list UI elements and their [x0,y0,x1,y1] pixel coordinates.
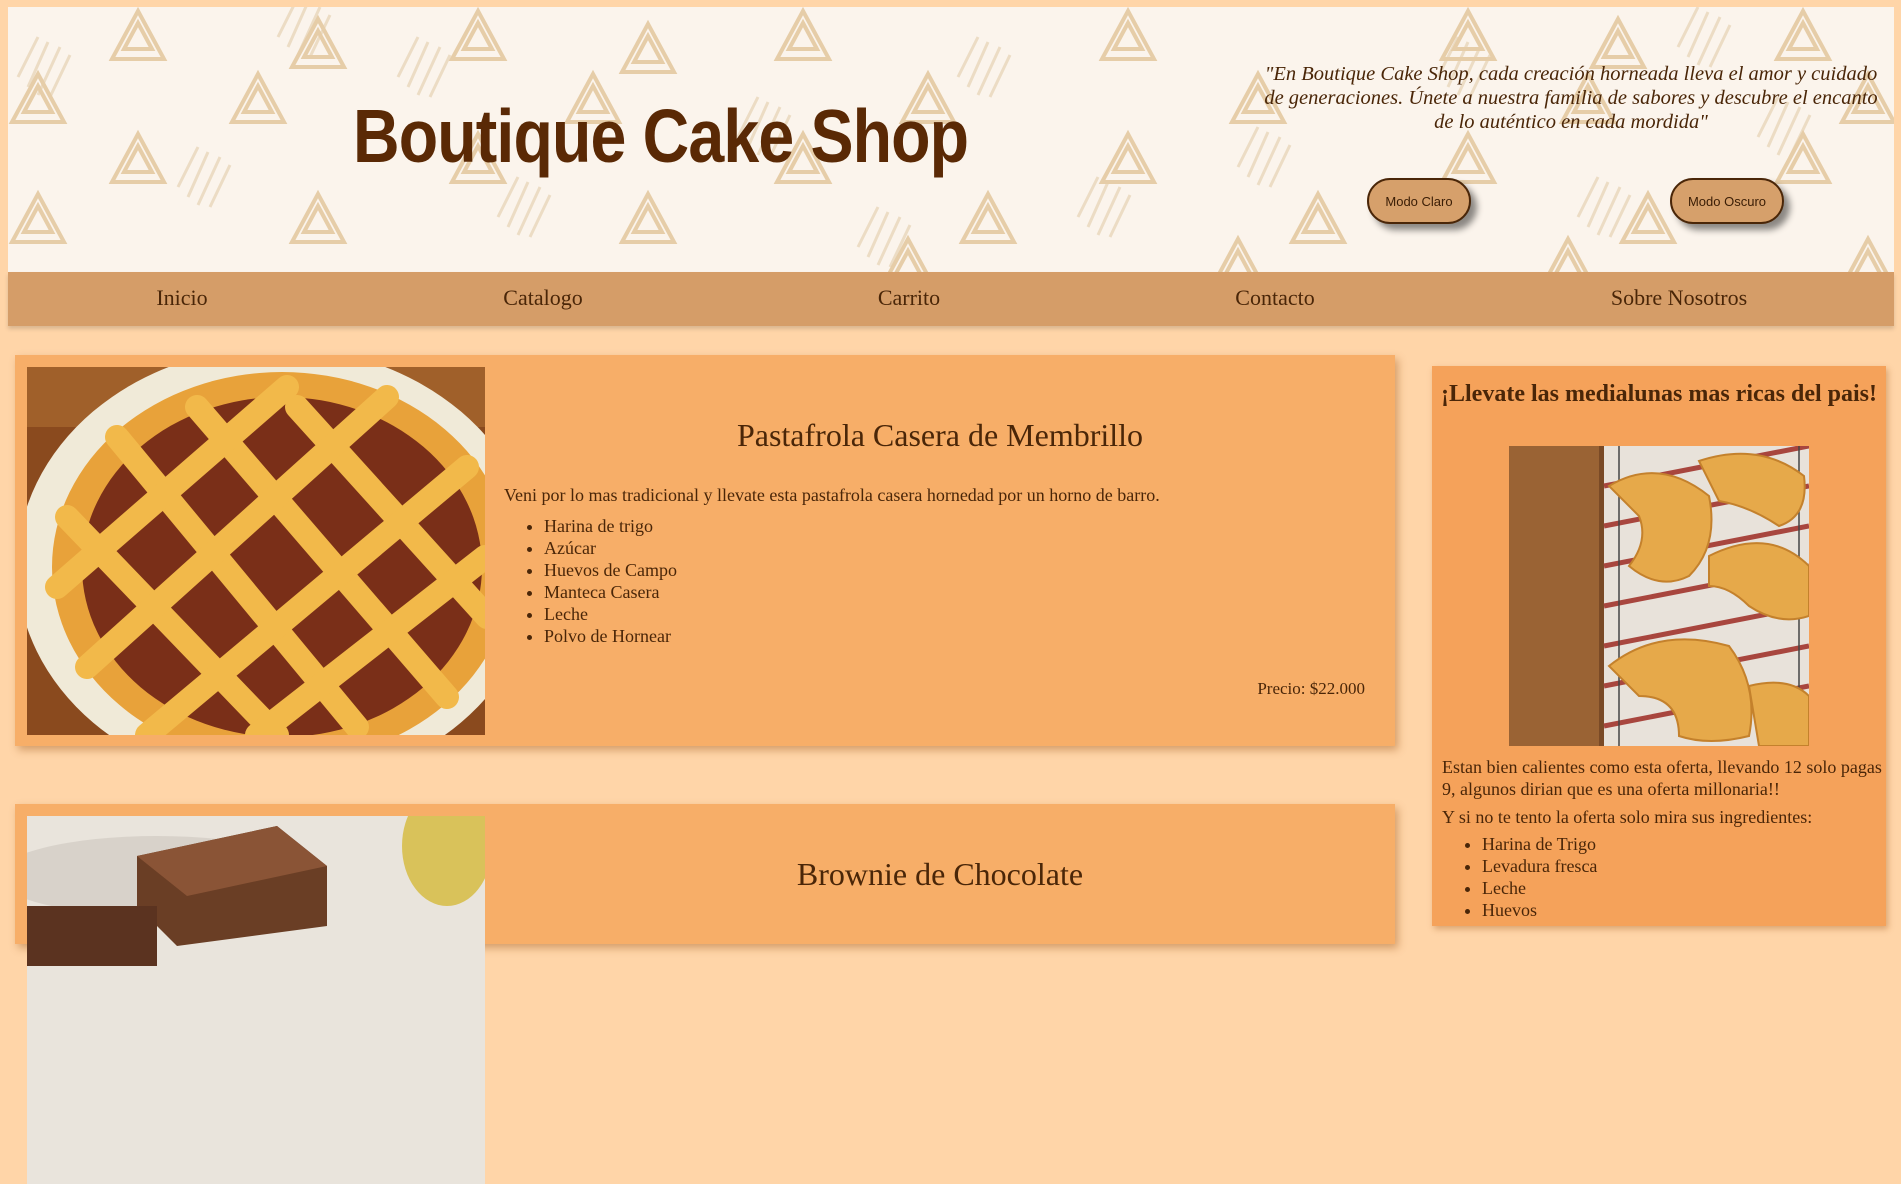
list-item: Polvo de Hornear [544,625,677,647]
site-header: Boutique Cake Shop "En Boutique Cake Sho… [8,7,1894,272]
nav-item-catalogo[interactable]: Catalogo [503,285,582,311]
list-item: Leche [1482,877,1597,899]
header-quote: "En Boutique Cake Shop, cada creación ho… [1264,63,1878,133]
nav-item-inicio[interactable]: Inicio [156,285,207,311]
list-item: Harina de Trigo [1482,833,1597,855]
list-item: Levadura fresca [1482,855,1597,877]
list-item: Azúcar [544,537,677,559]
product-card: Pastafrola Casera de Membrillo Veni por … [15,355,1395,746]
pastafrola-image [27,367,485,735]
nav-item-carrito[interactable]: Carrito [878,285,940,311]
ingredient-list: Harina de trigo Azúcar Huevos de Campo M… [504,515,677,647]
product-title: Pastafrola Casera de Membrillo [736,417,1144,453]
product-card: Brownie de Chocolate [15,804,1395,1184]
nav-item-sobre-nosotros[interactable]: Sobre Nosotros [1611,285,1747,311]
product-price: Precio: $22.000 [1257,679,1365,698]
list-item: Leche [544,603,677,625]
site-title: Boutique Cake Shop [353,94,969,178]
list-item: Harina de trigo [544,515,677,537]
list-item: Huevos de Campo [544,559,677,581]
list-item: Manteca Casera [544,581,677,603]
product-title: Brownie de Chocolate [796,856,1084,892]
offer-title: ¡Llevate las medialunas mas ricas del pa… [1441,381,1877,407]
list-item: Huevos [1482,899,1597,921]
product-description: Veni por lo mas tradicional y llevate es… [504,485,1160,505]
nav-item-contacto[interactable]: Contacto [1235,285,1314,311]
brownie-image [27,816,485,1184]
dark-mode-button[interactable]: Modo Oscuro [1670,178,1784,224]
light-mode-button[interactable]: Modo Claro [1367,178,1471,224]
offer-sidebar: ¡Llevate las medialunas mas ricas del pa… [1432,366,1886,926]
medialunas-image [1509,446,1809,746]
offer-ingredient-list: Harina de Trigo Levadura fresca Leche Hu… [1442,833,1597,921]
offer-description: Estan bien calientes como esta oferta, l… [1442,757,1882,799]
offer-subtext: Y si no te tento la oferta solo mira sus… [1442,807,1813,827]
main-nav: Inicio Catalogo Carrito Contacto Sobre N… [8,272,1894,326]
